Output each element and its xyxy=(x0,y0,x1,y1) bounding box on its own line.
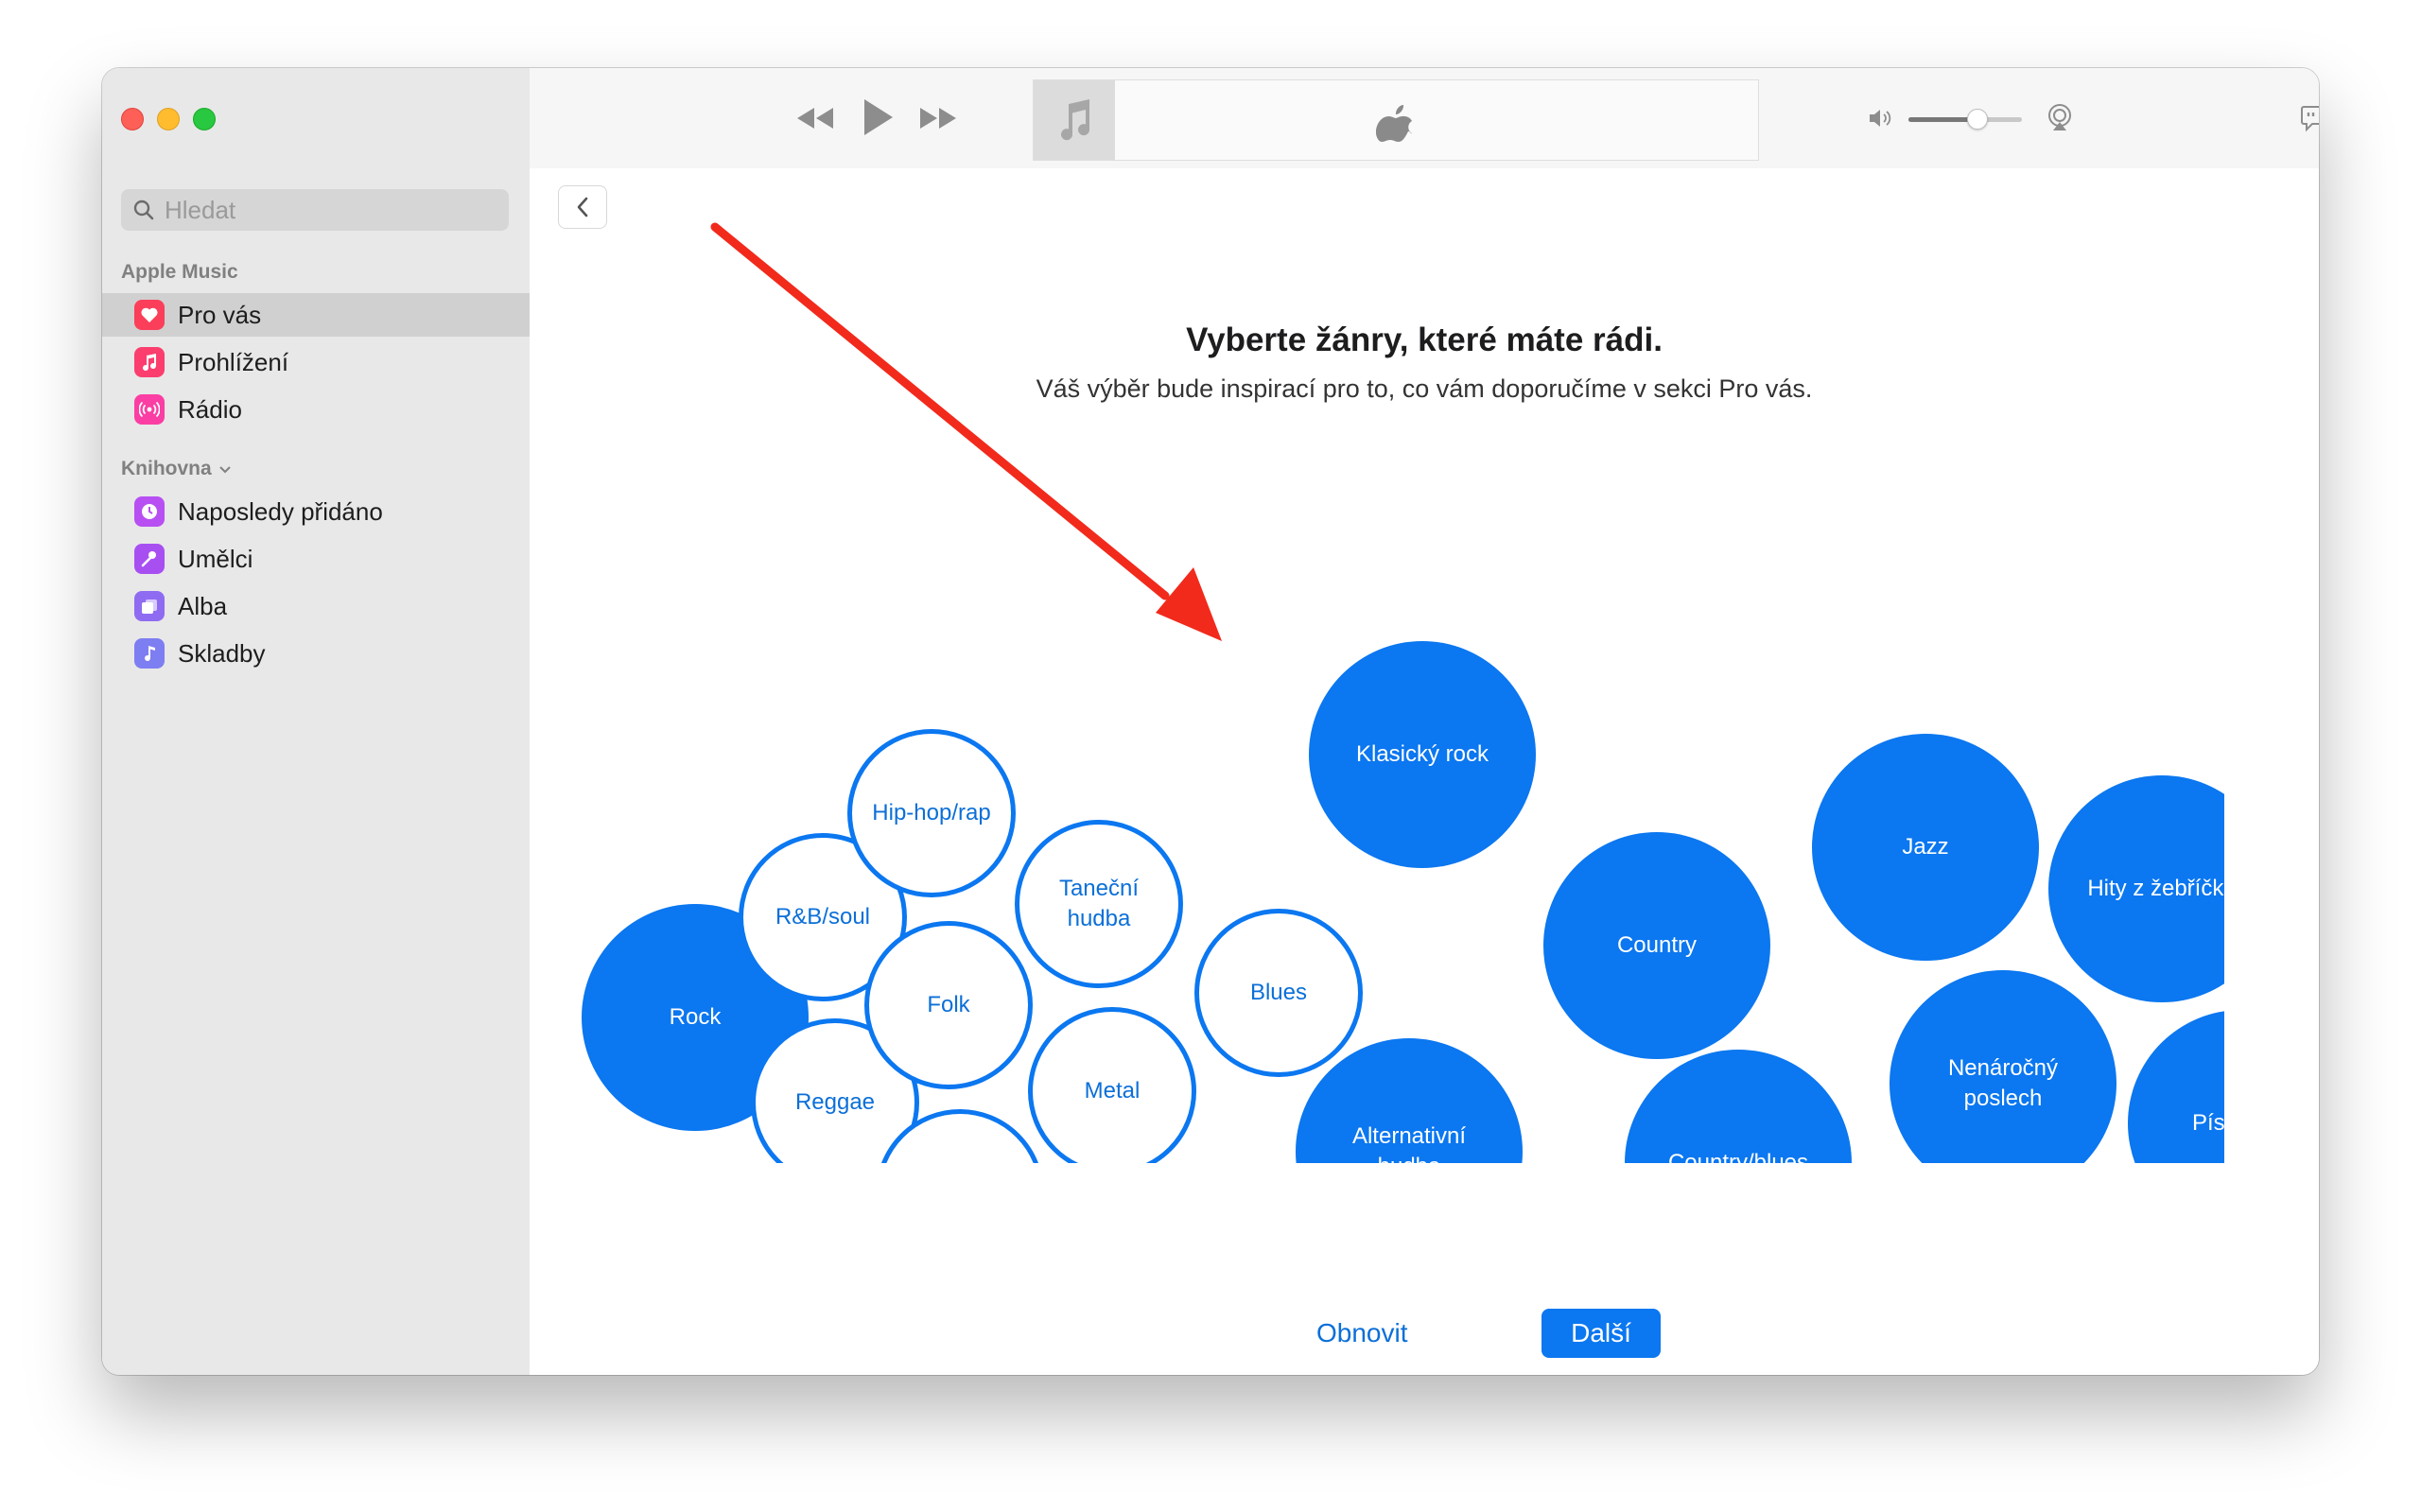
clock-icon xyxy=(134,496,165,527)
close-window-button[interactable] xyxy=(121,108,144,130)
album-stack-icon xyxy=(134,591,165,621)
music-note-icon xyxy=(1061,99,1090,141)
sidebar-item-label: Umělci xyxy=(178,544,253,573)
section-header-library[interactable]: Knihovna xyxy=(121,458,233,480)
search-field[interactable] xyxy=(121,189,509,231)
music-note-icon xyxy=(134,347,165,377)
back-button[interactable] xyxy=(558,185,607,229)
sidebar-item-label: Skladby xyxy=(178,638,266,668)
next-button[interactable]: Další xyxy=(1541,1309,1661,1358)
sidebar-item-umelci[interactable]: Umělci xyxy=(102,537,530,581)
genre-bubble[interactable]: Nenáročný poslech xyxy=(1890,970,2116,1163)
rewind-button[interactable] xyxy=(794,100,836,136)
genre-picker-view: Vyberte žánry, které máte rádi. Váš výbě… xyxy=(530,168,2319,1375)
sidebar-item-pro-vas[interactable]: Pro vás xyxy=(102,293,530,337)
rewind-icon xyxy=(797,108,833,129)
heart-icon xyxy=(134,300,165,330)
lyrics-button[interactable] xyxy=(2298,102,2319,134)
airplay-button[interactable] xyxy=(2043,100,2077,134)
genre-bubble[interactable]: Písničkáři xyxy=(2128,1010,2224,1163)
page-subtitle: Váš výběr bude inspirací pro to, co vám … xyxy=(1036,374,1813,403)
sidebar-item-naposledy-pridano[interactable]: Naposledy přidáno xyxy=(102,490,530,533)
sidebar-item-label: Naposledy přidáno xyxy=(178,496,383,526)
sidebar: Apple Music Pro vás Prohlížení Rádio Kni… xyxy=(102,68,531,1375)
genre-bubble[interactable]: Hity z žebříčků xyxy=(2048,775,2224,1002)
genre-bubble[interactable]: Hip-hop/rap xyxy=(847,729,1016,897)
sidebar-item-skladby[interactable]: Skladby xyxy=(102,632,530,675)
sidebar-item-label: Rádio xyxy=(178,394,242,424)
section-header-label: Knihovna xyxy=(121,458,212,479)
search-input[interactable] xyxy=(163,194,488,226)
sidebar-item-label: Prohlížení xyxy=(178,347,289,376)
microphone-icon xyxy=(134,544,165,574)
volume-knob[interactable] xyxy=(1967,109,1988,130)
sidebar-item-label: Alba xyxy=(178,591,228,620)
fast-forward-button[interactable] xyxy=(917,100,959,136)
fast-forward-icon xyxy=(920,108,956,129)
playback-toolbar xyxy=(530,68,2319,169)
page-title: Vyberte žánry, které máte rádi. xyxy=(1186,322,1663,358)
genre-bubble[interactable]: Country xyxy=(1543,832,1770,1059)
chevron-left-icon xyxy=(577,197,588,217)
apple-logo-icon xyxy=(1376,105,1412,142)
radio-waves-icon xyxy=(134,394,165,425)
genre-bubble[interactable]: Country/blues xyxy=(1625,1050,1852,1163)
music-app-window: Apple Music Pro vás Prohlížení Rádio Kni… xyxy=(102,68,2319,1375)
lyrics-icon xyxy=(2301,106,2319,132)
chevron-down-icon xyxy=(218,466,231,474)
play-icon xyxy=(864,99,893,135)
genre-bubble[interactable]: Metal xyxy=(1028,1007,1196,1163)
sidebar-item-alba[interactable]: Alba xyxy=(102,584,530,628)
genre-bubbles: Rock R&B/soul Hip-hop/rap Reggae Folk Taneční… xyxy=(577,547,2224,1163)
airplay-icon xyxy=(2048,104,2071,130)
sidebar-item-label: Pro vás xyxy=(178,300,262,329)
reset-button[interactable]: Obnovit xyxy=(1316,1309,1408,1358)
zoom-window-button[interactable] xyxy=(193,108,216,130)
search-icon xyxy=(133,200,154,220)
music-note-icon xyxy=(134,638,165,669)
section-header-apple-music: Apple Music xyxy=(121,261,238,283)
minimize-window-button[interactable] xyxy=(157,108,180,130)
volume-icon-button xyxy=(1867,104,1897,132)
volume-slider[interactable] xyxy=(1908,109,2022,130)
genre-bubble[interactable]: Klasický rock xyxy=(1309,641,1536,868)
now-playing-display xyxy=(1033,79,1759,161)
genre-bubble[interactable]: Blues xyxy=(1194,909,1363,1077)
artwork-placeholder xyxy=(1034,80,1115,160)
sidebar-item-radio[interactable]: Rádio xyxy=(102,388,530,431)
speaker-icon xyxy=(1870,110,1891,127)
genre-bubble[interactable]: Taneční hudba xyxy=(1015,820,1183,988)
window-controls xyxy=(121,108,216,130)
play-button[interactable] xyxy=(857,95,898,140)
genre-bubble[interactable]: Jazz xyxy=(1812,734,2039,961)
sidebar-item-prohlizeni[interactable]: Prohlížení xyxy=(102,340,530,384)
genre-bubble[interactable]: Folk xyxy=(864,921,1033,1089)
